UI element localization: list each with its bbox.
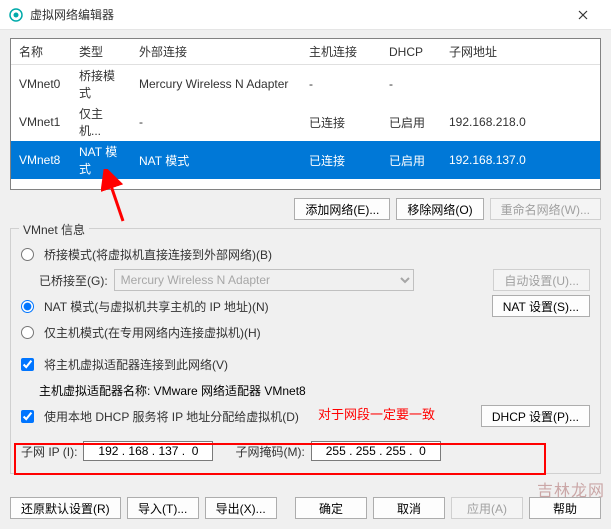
bridged-radio[interactable] [21,248,34,261]
connect-host-checkbox[interactable] [21,358,34,371]
col-type[interactable]: 类型 [71,39,131,65]
rename-network-button: 重命名网络(W)... [490,198,601,220]
subnet-mask-input[interactable] [311,441,441,461]
window-title: 虚拟网络编辑器 [30,6,563,23]
table-row[interactable]: VMnet0桥接模式Mercury Wireless N Adapter-- [11,65,600,104]
connect-host-label[interactable]: 将主机虚拟适配器连接到此网络(V) [44,356,228,373]
table-row[interactable]: VMnet8NAT 模式NAT 模式已连接已启用192.168.137.0 [11,141,600,179]
network-buttons-row: 添加网络(E)... 移除网络(O) 重命名网络(W)... [10,198,601,220]
bridged-to-label: 已桥接至(G): [39,272,108,289]
dialog-button-row: 还原默认设置(R) 导入(T)... 导出(X)... 确定 取消 应用(A) … [10,497,601,519]
subnet-ip-label: 子网 IP (I): [21,443,77,460]
hostonly-label[interactable]: 仅主机模式(在专用网络内连接虚拟机)(H) [44,324,261,341]
subnet-mask-label: 子网掩码(M): [235,443,304,460]
titlebar: 虚拟网络编辑器 [0,0,611,30]
col-host[interactable]: 主机连接 [301,39,381,65]
remove-network-button[interactable]: 移除网络(O) [396,198,483,220]
add-network-button[interactable]: 添加网络(E)... [294,198,390,220]
col-ext[interactable]: 外部连接 [131,39,301,65]
vmnet-info-group: VMnet 信息 桥接模式(将虚拟机直接连接到外部网络)(B) 已桥接至(G):… [10,228,601,474]
table-row[interactable]: VMnet1仅主机...-已连接已启用192.168.218.0 [11,103,600,141]
apply-button: 应用(A) [451,497,523,519]
vmware-icon [8,7,24,23]
help-button[interactable]: 帮助 [529,497,601,519]
restore-defaults-button[interactable]: 还原默认设置(R) [10,497,121,519]
bridged-label[interactable]: 桥接模式(将虚拟机直接连接到外部网络)(B) [44,246,272,263]
adapter-name-text: 主机虚拟适配器名称: VMware 网络适配器 VMnet8 [39,382,306,399]
col-dhcp[interactable]: DHCP [381,39,441,65]
dhcp-settings-button[interactable]: DHCP 设置(P)... [481,405,590,427]
col-name[interactable]: 名称 [11,39,71,65]
bridged-adapter-select: Mercury Wireless N Adapter [114,269,414,291]
use-dhcp-label[interactable]: 使用本地 DHCP 服务将 IP 地址分配给虚拟机(D) [44,408,299,425]
cancel-button[interactable]: 取消 [373,497,445,519]
import-button[interactable]: 导入(T)... [127,497,199,519]
auto-settings-button: 自动设置(U)... [493,269,590,291]
export-button[interactable]: 导出(X)... [205,497,277,519]
close-button[interactable] [563,0,603,30]
nat-settings-button[interactable]: NAT 设置(S)... [492,295,590,317]
col-subnet[interactable]: 子网地址 [441,39,600,65]
vmnet-info-legend: VMnet 信息 [19,221,89,238]
nat-label[interactable]: NAT 模式(与虚拟机共享主机的 IP 地址)(N) [44,298,269,315]
subnet-ip-input[interactable] [83,441,213,461]
use-dhcp-checkbox[interactable] [21,410,34,423]
nat-radio[interactable] [21,300,34,313]
hostonly-radio[interactable] [21,326,34,339]
vmnet-table[interactable]: 名称 类型 外部连接 主机连接 DHCP 子网地址 VMnet0桥接模式Merc… [10,38,601,190]
ok-button[interactable]: 确定 [295,497,367,519]
